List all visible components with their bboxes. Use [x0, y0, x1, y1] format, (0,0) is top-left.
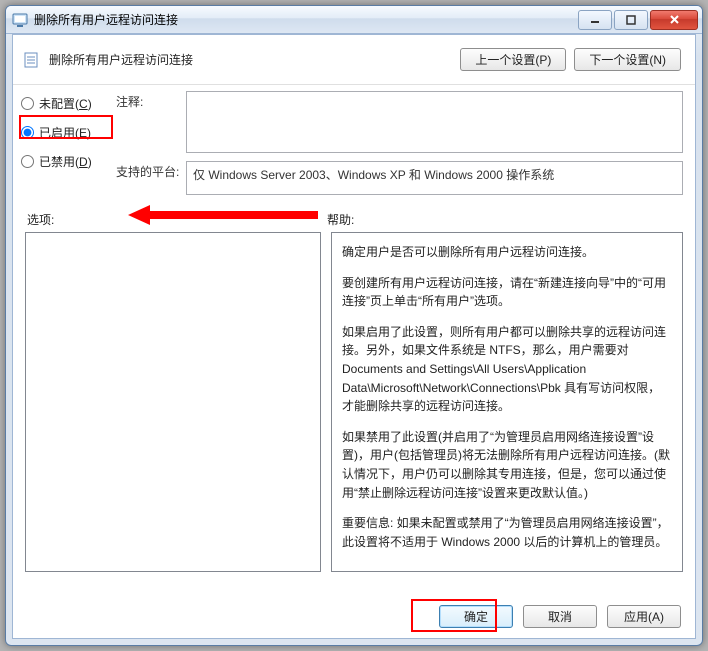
ok-label: 确定	[464, 610, 488, 624]
radio-not-configured-label: 未配置(C)	[39, 95, 92, 112]
radio-not-configured-input[interactable]	[21, 97, 34, 110]
comment-input[interactable]	[186, 91, 683, 153]
titlebar[interactable]: 删除所有用户远程访问连接	[6, 6, 702, 34]
comment-row: 注释:	[116, 91, 683, 153]
help-p5: 重要信息: 如果未配置或禁用了“为管理员启用网络连接设置”，此设置将不适用于 W…	[342, 514, 672, 551]
header-row: 删除所有用户远程访问连接 上一个设置(P) 下一个设置(N)	[13, 35, 695, 85]
options-pane[interactable]	[25, 232, 321, 572]
previous-setting-button[interactable]: 上一个设置(P)	[460, 48, 566, 71]
radio-column: 未配置(C) 已启用(E) 已禁用(D)	[21, 91, 116, 195]
maximize-button[interactable]	[614, 10, 648, 30]
help-p4: 如果禁用了此设置(并启用了“为管理员启用网络连接设置”设置)，用户(包括管理员)…	[342, 428, 672, 502]
help-pane[interactable]: 确定用户是否可以删除所有用户远程访问连接。 要创建所有用户远程访问连接，请在“新…	[331, 232, 683, 572]
platform-text: 仅 Windows Server 2003、Windows XP 和 Windo…	[186, 161, 683, 195]
platform-row: 支持的平台: 仅 Windows Server 2003、Windows XP …	[116, 161, 683, 195]
platform-label: 支持的平台:	[116, 161, 186, 180]
panes: 确定用户是否可以删除所有用户远程访问连接。 要创建所有用户远程访问连接，请在“新…	[13, 232, 695, 572]
options-label: 选项:	[27, 211, 327, 228]
help-p2: 要创建所有用户远程访问连接，请在“新建连接向导”中的“可用连接”页上单击“所有用…	[342, 274, 672, 311]
policy-icon	[23, 51, 41, 69]
minimize-button[interactable]	[578, 10, 612, 30]
radio-disabled-label: 已禁用(D)	[39, 153, 92, 170]
footer: 确定 取消 应用(A)	[13, 594, 695, 638]
radio-enabled-label: 已启用(E)	[39, 124, 91, 141]
help-label: 帮助:	[327, 211, 354, 228]
window-controls	[576, 10, 698, 30]
next-setting-button[interactable]: 下一个设置(N)	[574, 48, 681, 71]
window-title: 删除所有用户远程访问连接	[34, 11, 576, 28]
radio-enabled-input[interactable]	[21, 126, 34, 139]
ok-button[interactable]: 确定	[439, 605, 513, 628]
help-p1: 确定用户是否可以删除所有用户远程访问连接。	[342, 243, 672, 262]
fields-column: 注释: 支持的平台: 仅 Windows Server 2003、Windows…	[116, 91, 683, 195]
cancel-button[interactable]: 取消	[523, 605, 597, 628]
close-button[interactable]	[650, 10, 698, 30]
policy-title: 删除所有用户远程访问连接	[49, 51, 452, 68]
help-p3: 如果启用了此设置，则所有用户都可以删除共享的远程访问连接。另外，如果文件系统是 …	[342, 323, 672, 416]
mid-labels: 选项: 帮助:	[13, 197, 695, 232]
radio-disabled[interactable]: 已禁用(D)	[21, 153, 116, 170]
config-area: 未配置(C) 已启用(E) 已禁用(D) 注释: 支持的平台:	[13, 85, 695, 197]
radio-enabled[interactable]: 已启用(E)	[21, 124, 116, 141]
apply-label: 应用(A)	[624, 610, 664, 624]
next-label: 下一个设置(N)	[589, 53, 666, 67]
content-area: 删除所有用户远程访问连接 上一个设置(P) 下一个设置(N) 未配置(C) 已启…	[12, 34, 696, 639]
comment-label: 注释:	[116, 91, 186, 110]
dialog-window: 删除所有用户远程访问连接 删除所有用户远程访问连接	[5, 5, 703, 646]
radio-disabled-input[interactable]	[21, 155, 34, 168]
apply-button[interactable]: 应用(A)	[607, 605, 681, 628]
cancel-label: 取消	[548, 610, 572, 624]
app-icon	[12, 12, 28, 28]
radio-not-configured[interactable]: 未配置(C)	[21, 95, 116, 112]
prev-label: 上一个设置(P)	[475, 53, 551, 67]
